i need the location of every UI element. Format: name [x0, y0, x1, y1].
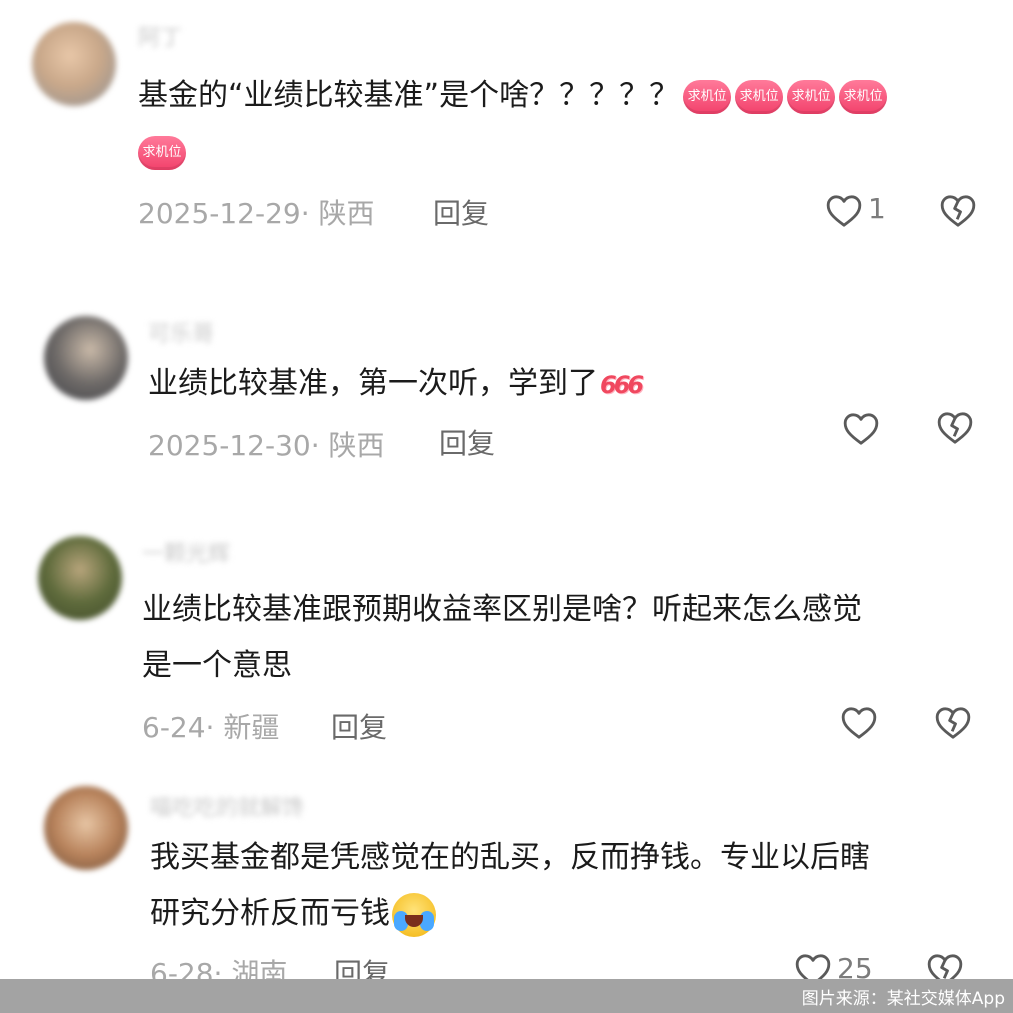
comment-item: 喵吃吃的就解馋 我买基金都是凭感觉在的乱买，反而挣钱。专业以后瞎 研究分析反而亏… [0, 780, 1013, 990]
avatar[interactable] [38, 536, 122, 620]
heart-outline-icon[interactable] [841, 409, 881, 449]
username[interactable]: 一颗光辉 [142, 536, 230, 568]
heart-outline-icon[interactable] [824, 191, 864, 231]
comment-text-line: 我买基金都是凭感觉在的乱买，反而挣钱。专业以后瞎 [150, 840, 870, 875]
sticker-666: 666 [600, 370, 644, 399]
comment-date-location: 2025-12-30· 陕西 [148, 429, 385, 462]
heart-outline-icon[interactable] [839, 703, 879, 743]
comment-date-location: 2025-12-29· 陕西 [138, 197, 375, 230]
sticker-emoji: 求机位 [683, 79, 732, 114]
like-count: 1 [868, 192, 886, 225]
comment-item: 一颗光辉 业绩比较基准跟预期收益率区别是啥？听起来怎么感觉 是一个意思 6-24… [0, 530, 1013, 750]
comment-text: 基金的“业绩比较基准”是个啥？？？？？ 求机位 求机位 求机位 求机位 求机位 [138, 68, 888, 180]
image-source-caption-bar: 图片来源：某社交媒体App [0, 979, 1013, 1013]
username[interactable]: 喵吃吃的就解馋 [150, 790, 304, 822]
comment-text-line: 是一个意思 [142, 648, 292, 683]
comment-text: 业绩比较基准，第一次听，学到了666 [148, 356, 644, 413]
comment-text-line-2: 研究分析反而亏钱 [150, 896, 390, 931]
comment-text: 业绩比较基准跟预期收益率区别是啥？听起来怎么感觉 是一个意思 [142, 582, 862, 694]
comment-item: 可乐哥 业绩比较基准，第一次听，学到了666 2025-12-30· 陕西 回复 [0, 300, 1013, 480]
comment-item: 阿丁 基金的“业绩比较基准”是个啥？？？？？ 求机位 求机位 求机位 求机位 求机位 2… [0, 0, 1013, 260]
reply-button[interactable]: 回复 [439, 422, 495, 462]
image-source-caption: 图片来源：某社交媒体App [801, 989, 1005, 1009]
comment-date-location: 6-24· 新疆 [142, 711, 280, 744]
broken-heart-icon[interactable] [938, 191, 978, 231]
reply-button[interactable]: 回复 [331, 706, 387, 746]
comment-text-line: 研究分析反而亏钱 [150, 886, 870, 942]
comment-text-line: 业绩比较基准跟预期收益率区别是啥？听起来怎么感觉 [142, 592, 862, 627]
username[interactable]: 阿丁 [138, 20, 182, 52]
broken-heart-icon[interactable] [935, 408, 975, 448]
comment-text-line: 求机位 [138, 124, 887, 180]
username[interactable]: 可乐哥 [148, 316, 214, 348]
avatar[interactable] [44, 786, 128, 870]
reply-button[interactable]: 回复 [433, 192, 489, 232]
sticker-emoji: 求机位 [138, 135, 186, 170]
avatar[interactable] [32, 22, 116, 106]
comment-text: 我买基金都是凭感觉在的乱买，反而挣钱。专业以后瞎 研究分析反而亏钱 [150, 830, 870, 942]
sticker-emoji: 求机位 [839, 79, 888, 114]
crying-laughing-emoji-icon [392, 892, 436, 937]
comment-text-line: 业绩比较基准，第一次听，学到了 [148, 366, 598, 401]
comment-text-line: 基金的“业绩比较基准”是个啥？？？？？ [138, 78, 680, 113]
avatar[interactable] [44, 316, 128, 400]
sticker-emoji: 求机位 [735, 79, 784, 114]
sticker-emoji: 求机位 [787, 79, 836, 114]
broken-heart-icon[interactable] [933, 703, 973, 743]
